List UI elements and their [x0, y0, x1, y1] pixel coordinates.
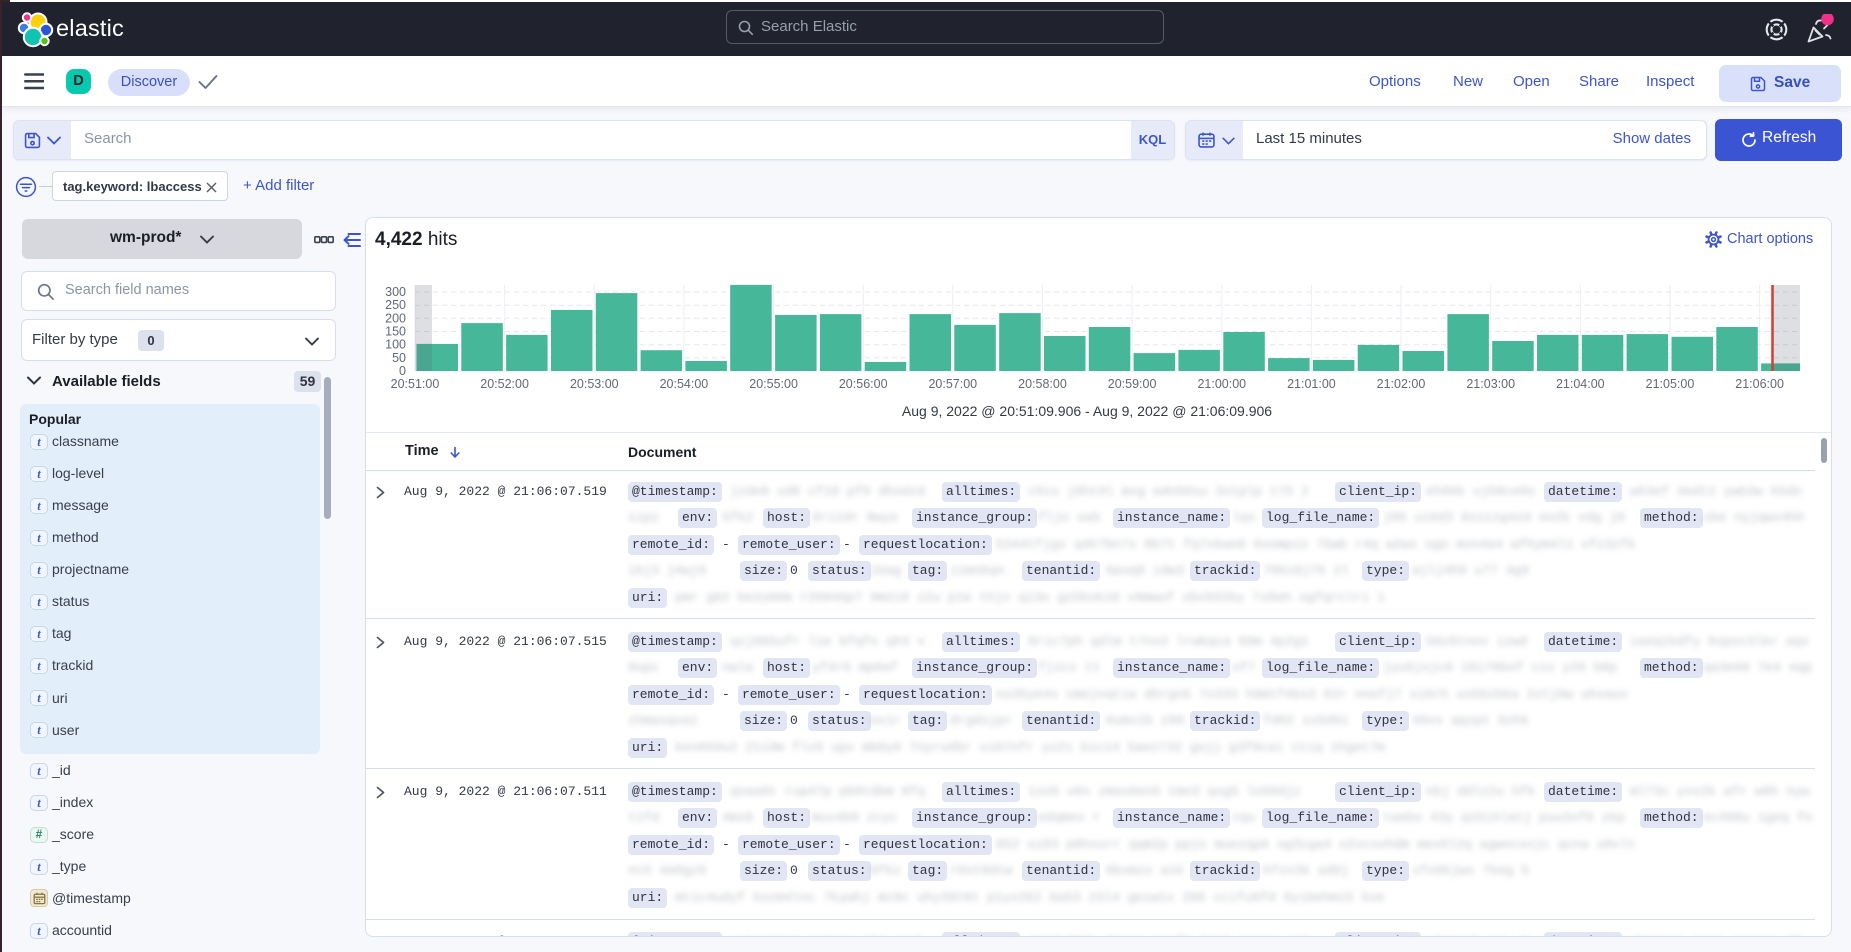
svg-text:20:58:00: 20:58:00	[1018, 377, 1067, 391]
svg-text:21:03:00: 21:03:00	[1466, 377, 1515, 391]
svg-text:21:00:00: 21:00:00	[1197, 377, 1246, 391]
svg-text:21:01:00: 21:01:00	[1287, 377, 1336, 391]
svg-text:21:06:00: 21:06:00	[1735, 377, 1784, 391]
svg-text:21:02:00: 21:02:00	[1377, 377, 1426, 391]
svg-text:20:59:00: 20:59:00	[1108, 377, 1157, 391]
svg-text:20:55:00: 20:55:00	[749, 377, 798, 391]
svg-text:100: 100	[385, 338, 406, 352]
svg-text:20:51:00: 20:51:00	[391, 377, 440, 391]
svg-text:200: 200	[385, 311, 406, 325]
svg-text:20:53:00: 20:53:00	[570, 377, 619, 391]
svg-text:300: 300	[385, 285, 406, 299]
svg-text:20:56:00: 20:56:00	[839, 377, 888, 391]
svg-text:20:54:00: 20:54:00	[660, 377, 709, 391]
svg-text:20:52:00: 20:52:00	[480, 377, 529, 391]
svg-text:150: 150	[385, 325, 406, 339]
svg-text:250: 250	[385, 298, 406, 312]
svg-text:0: 0	[399, 364, 406, 378]
svg-text:20:57:00: 20:57:00	[928, 377, 977, 391]
svg-text:21:05:00: 21:05:00	[1646, 377, 1695, 391]
svg-text:50: 50	[392, 351, 406, 365]
svg-text:21:04:00: 21:04:00	[1556, 377, 1605, 391]
